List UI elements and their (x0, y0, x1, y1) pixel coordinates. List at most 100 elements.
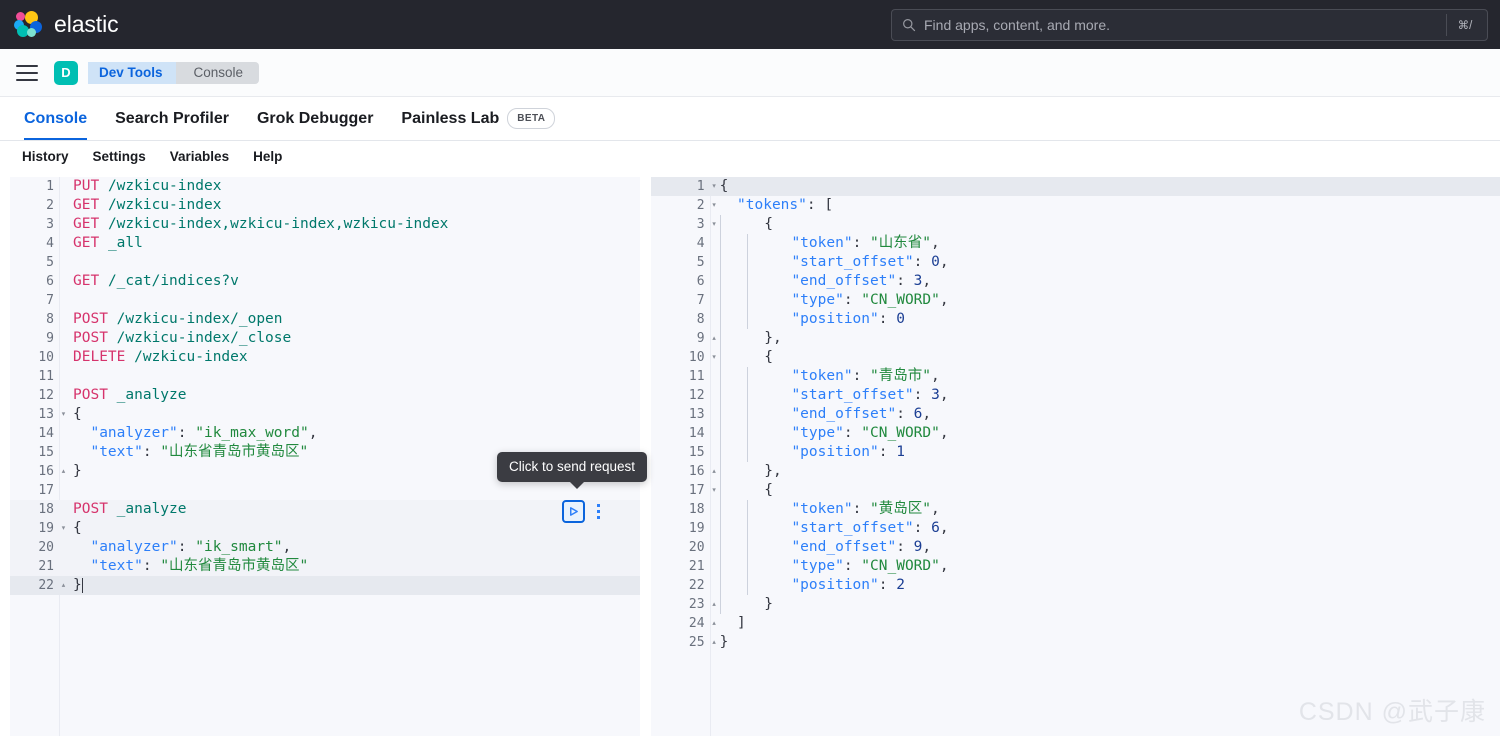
code-content: { (710, 348, 1500, 367)
code-line: 15 "position": 1 (651, 443, 1500, 462)
code-token: "tokens" (720, 197, 807, 213)
tab-search-profiler[interactable]: Search Profiler (101, 97, 243, 140)
search-input[interactable] (924, 17, 1446, 33)
code-token: , (922, 539, 931, 555)
code-content: PUT /wzkicu-index (59, 177, 640, 196)
fold-collapse-icon[interactable]: ▾ (710, 348, 719, 367)
fold-collapse-icon[interactable]: ▾ (710, 177, 719, 196)
line-number: 9▴ (651, 329, 710, 348)
code-line[interactable]: 3GET /wzkicu-index,wzkicu-index,wzkicu-i… (0, 215, 640, 234)
line-number: 4 (651, 234, 710, 253)
breadcrumb-item-dev-tools[interactable]: Dev Tools (88, 62, 176, 84)
indent-guide (720, 386, 721, 405)
fold-collapse-icon[interactable]: ▾ (59, 405, 68, 424)
line-number: 13▾ (0, 405, 59, 424)
fold-expand-icon[interactable]: ▴ (710, 329, 719, 348)
code-line[interactable]: 17 (0, 481, 640, 500)
code-content: "type": "CN_WORD", (710, 557, 1500, 576)
fold-expand-icon[interactable]: ▴ (710, 462, 719, 481)
code-token: "token" (774, 235, 853, 251)
fold-expand-icon[interactable]: ▴ (59, 576, 68, 595)
code-content: "type": "CN_WORD", (710, 291, 1500, 310)
hamburger-menu-icon[interactable] (16, 65, 38, 81)
tab-console[interactable]: Console (10, 97, 101, 140)
code-content: } (59, 576, 640, 595)
request-actions (562, 500, 603, 523)
fold-expand-icon[interactable]: ▴ (710, 633, 719, 652)
code-line[interactable]: 11 (0, 367, 640, 386)
code-token: /wzkicu-index/_close (117, 330, 292, 346)
code-line[interactable]: 18POST _analyze (0, 500, 640, 519)
menu-item-history[interactable]: History (10, 150, 81, 164)
code-token: { (73, 520, 82, 536)
fold-collapse-icon[interactable]: ▾ (710, 196, 719, 215)
code-token: 0 (896, 311, 905, 327)
fold-collapse-icon[interactable]: ▾ (710, 481, 719, 500)
code-line: 2▾ "tokens": [ (651, 196, 1500, 215)
code-line[interactable]: 4GET _all (0, 234, 640, 253)
code-line[interactable]: 2GET /wzkicu-index (0, 196, 640, 215)
code-line[interactable]: 8POST /wzkicu-index/_open (0, 310, 640, 329)
code-line: 4 "token": "山东省", (651, 234, 1500, 253)
code-token: : (143, 558, 160, 574)
fold-expand-icon[interactable]: ▴ (710, 595, 719, 614)
code-token (108, 311, 117, 327)
code-line[interactable]: 9POST /wzkicu-index/_close (0, 329, 640, 348)
code-content: GET _all (59, 234, 640, 253)
space-avatar[interactable]: D (54, 61, 78, 85)
menu-item-settings[interactable]: Settings (81, 150, 158, 164)
code-line[interactable]: 12POST _analyze (0, 386, 640, 405)
code-line[interactable]: 22▴} (0, 576, 640, 595)
code-line: 18 "token": "黄岛区", (651, 500, 1500, 519)
indent-guide (720, 291, 721, 310)
code-content: ] (710, 614, 1500, 633)
code-token (99, 197, 108, 213)
line-number: 9 (0, 329, 59, 348)
code-token: "type" (774, 558, 844, 574)
code-token: } (73, 463, 82, 479)
code-content: { (59, 519, 640, 538)
code-line[interactable]: 10DELETE /wzkicu-index (0, 348, 640, 367)
code-line[interactable]: 14 "analyzer": "ik_max_word", (0, 424, 640, 443)
fold-collapse-icon[interactable]: ▾ (59, 519, 68, 538)
send-request-button[interactable] (562, 500, 585, 523)
indent-guide (747, 557, 748, 576)
tab-grok-debugger[interactable]: Grok Debugger (243, 97, 387, 140)
code-line[interactable]: 5 (0, 253, 640, 272)
menu-item-variables[interactable]: Variables (158, 150, 241, 164)
fold-expand-icon[interactable]: ▴ (710, 614, 719, 633)
code-token: GET (73, 197, 99, 213)
code-line[interactable]: 13▾{ (0, 405, 640, 424)
menu-item-help[interactable]: Help (241, 150, 294, 164)
tab-console-label: Console (24, 110, 87, 128)
code-content: "start_offset": 3, (710, 386, 1500, 405)
line-number: 3▾ (651, 215, 710, 234)
line-number: 22 (651, 576, 710, 595)
code-line[interactable]: 7 (0, 291, 640, 310)
code-token: GET (73, 216, 99, 232)
code-content: "position": 0 (710, 310, 1500, 329)
line-number: 17▾ (651, 481, 710, 500)
code-token: /_cat/indices?v (108, 273, 239, 289)
code-token: : (896, 273, 913, 289)
fold-collapse-icon[interactable]: ▾ (710, 215, 719, 234)
code-token: } (73, 577, 82, 593)
code-line[interactable]: 20 "analyzer": "ik_smart", (0, 538, 640, 557)
code-content: "analyzer": "ik_smart", (59, 538, 640, 557)
tab-painless-lab[interactable]: Painless Lab BETA (387, 97, 569, 140)
response-pane[interactable]: 1▾{2▾ "tokens": [3▾ {4 "token": "山东省",5 … (651, 177, 1500, 736)
code-token: POST (73, 501, 108, 517)
code-line[interactable]: 19▾{ (0, 519, 640, 538)
code-line[interactable]: 21 "text": "山东省青岛市黄岛区" (0, 557, 640, 576)
request-options-menu-icon[interactable] (593, 502, 603, 521)
line-number: 22▴ (0, 576, 59, 595)
code-line[interactable]: 6GET /_cat/indices?v (0, 272, 640, 291)
elastic-brand[interactable]: elastic (14, 11, 119, 38)
code-line[interactable]: 1PUT /wzkicu-index (0, 177, 640, 196)
indent-guide (720, 500, 721, 519)
code-line: 10▾ { (651, 348, 1500, 367)
fold-expand-icon[interactable]: ▴ (59, 462, 68, 481)
code-content: { (710, 481, 1500, 500)
breadcrumb-item-console[interactable]: Console (176, 62, 260, 84)
global-search-bar[interactable]: ⌘/ (891, 9, 1488, 41)
